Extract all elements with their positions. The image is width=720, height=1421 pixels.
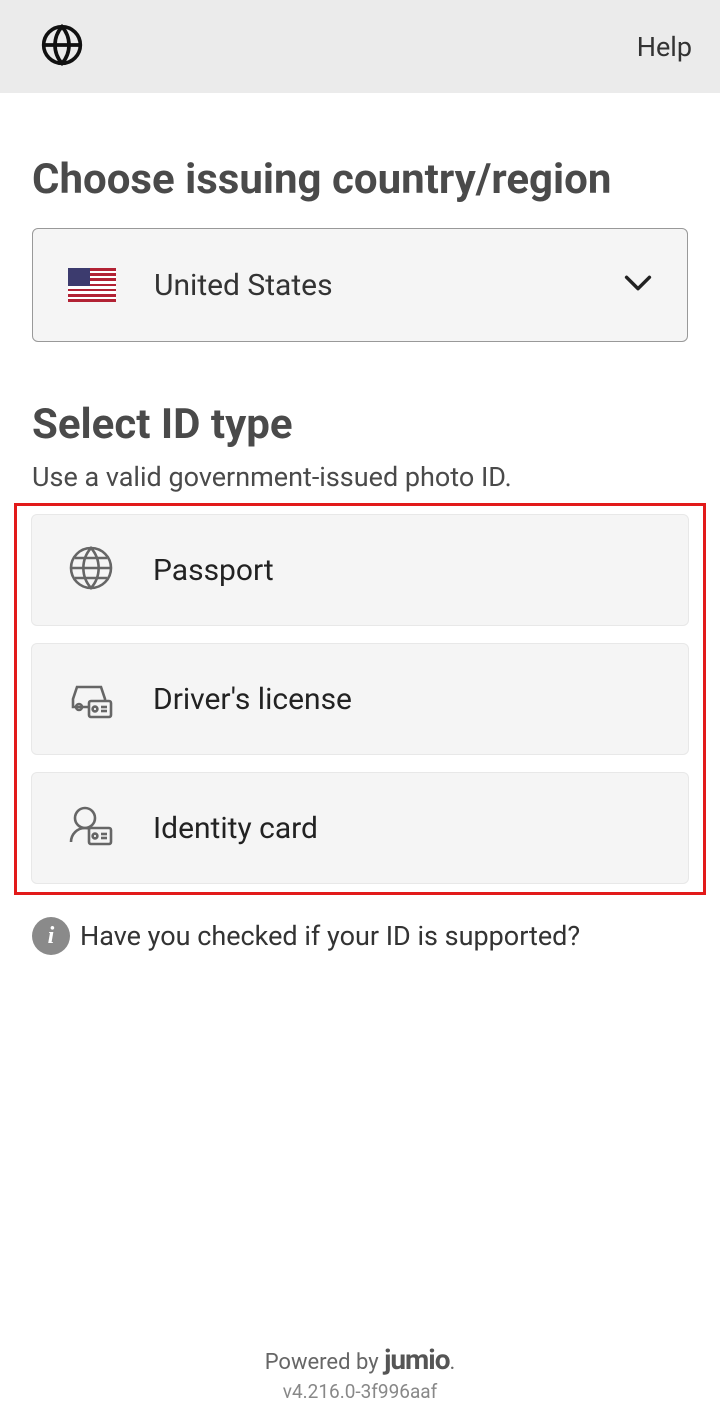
car-card-icon [67, 673, 153, 725]
footer: Powered by jumio. v4.216.0-3f996aaf [0, 1343, 720, 1421]
country-selector-left: United States [68, 268, 333, 303]
globe-icon[interactable] [40, 23, 84, 71]
jumio-brand: jumio [384, 1343, 449, 1376]
id-options-highlight: Passport Driver's license [14, 503, 706, 895]
version-label: v4.216.0-3f996aaf [0, 1380, 720, 1403]
country-section-title: Choose issuing country/region [32, 155, 688, 204]
id-option-identity-card[interactable]: Identity card [31, 772, 689, 884]
passport-globe-icon [67, 544, 153, 596]
country-selector[interactable]: United States [32, 228, 688, 342]
id-section-title: Select ID type [32, 400, 688, 449]
us-flag-icon [68, 268, 116, 302]
id-option-passport[interactable]: Passport [31, 514, 689, 626]
id-section-subtitle: Use a valid government-issued photo ID. [32, 461, 688, 493]
main-content: Choose issuing country/region United Sta… [0, 93, 720, 1343]
help-link[interactable]: Help [637, 31, 692, 63]
info-text: Have you checked if your ID is supported… [80, 920, 580, 952]
person-card-icon [67, 802, 153, 854]
info-icon: i [32, 917, 70, 955]
id-supported-info[interactable]: i Have you checked if your ID is support… [32, 917, 688, 955]
id-option-label: Driver's license [153, 682, 352, 717]
id-option-label: Identity card [153, 811, 318, 846]
country-name: United States [154, 268, 333, 303]
powered-by: Powered by jumio. [0, 1343, 720, 1376]
app-header: Help [0, 0, 720, 93]
id-option-label: Passport [153, 553, 274, 588]
id-option-drivers-license[interactable]: Driver's license [31, 643, 689, 755]
chevron-down-icon [624, 275, 652, 295]
